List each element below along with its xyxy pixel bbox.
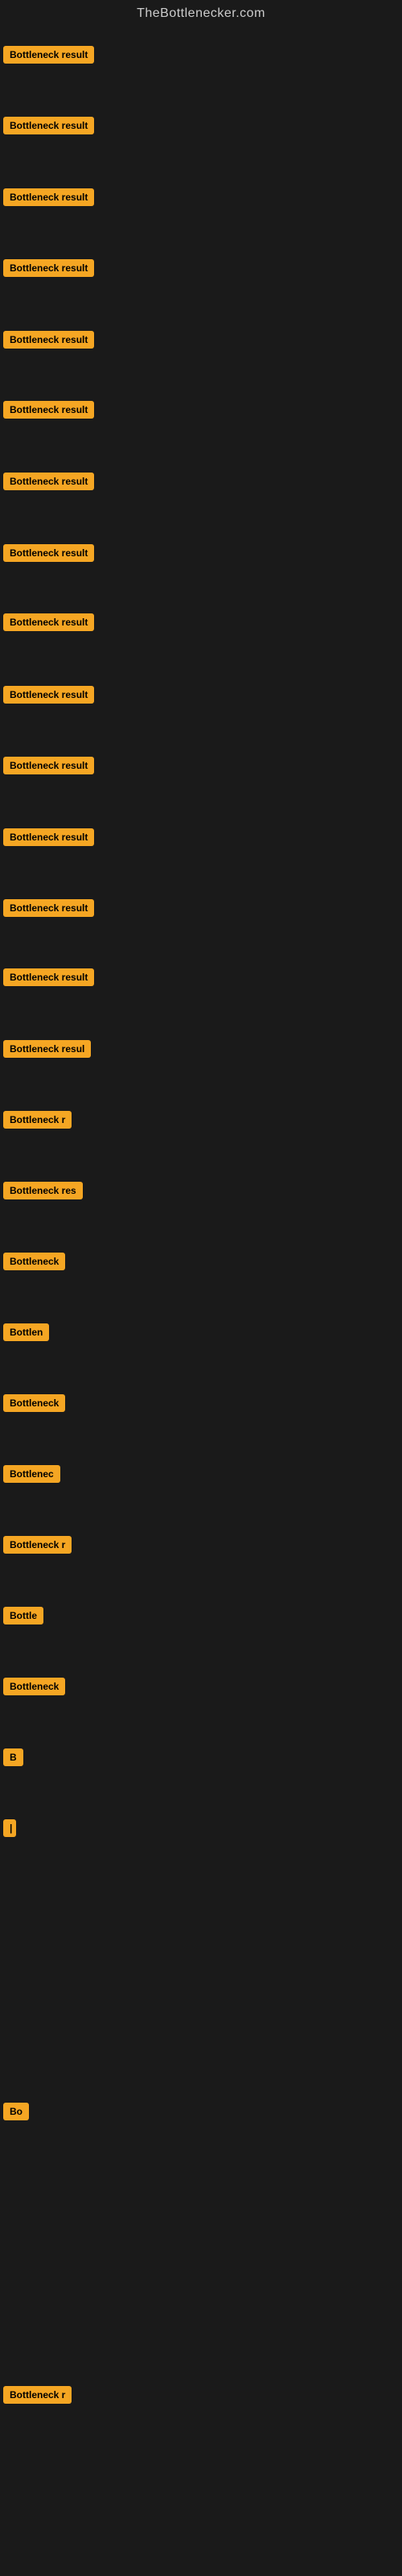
bottleneck-badge[interactable]: Bottleneck resul — [3, 1040, 91, 1058]
bottleneck-item[interactable]: Bottleneck r — [3, 2386, 72, 2408]
bottleneck-item[interactable]: Bottleneck result — [3, 544, 94, 566]
bottleneck-item[interactable]: Bottleneck result — [3, 686, 94, 708]
bottleneck-badge[interactable]: Bo — [3, 2103, 29, 2120]
bottleneck-item[interactable]: Bottleneck result — [3, 968, 94, 990]
bottleneck-item[interactable]: Bottleneck result — [3, 331, 94, 353]
bottleneck-badge[interactable]: Bottleneck result — [3, 331, 94, 349]
bottleneck-item[interactable]: Bottleneck result — [3, 899, 94, 921]
bottleneck-item[interactable]: Bottleneck resul — [3, 1040, 91, 1062]
bottleneck-badge[interactable]: Bottleneck result — [3, 401, 94, 419]
bottleneck-badge[interactable]: Bottle — [3, 1607, 43, 1624]
bottleneck-badge[interactable]: Bottlenec — [3, 1465, 60, 1483]
bottleneck-item[interactable]: Bottleneck result — [3, 757, 94, 778]
bottleneck-item[interactable]: Bottleneck result — [3, 188, 94, 210]
bottleneck-item[interactable]: Bottleneck result — [3, 828, 94, 850]
bottleneck-item[interactable]: Bottleneck result — [3, 473, 94, 494]
bottleneck-badge[interactable]: Bottleneck result — [3, 613, 94, 631]
bottleneck-item[interactable]: Bottleneck result — [3, 613, 94, 635]
bottleneck-badge[interactable]: Bottleneck — [3, 1678, 65, 1695]
bottleneck-badge[interactable]: Bottleneck result — [3, 117, 94, 134]
site-title: TheBottlenecker.com — [0, 0, 402, 24]
bottleneck-badge[interactable]: Bottleneck r — [3, 1536, 72, 1554]
bottleneck-item[interactable]: Bottleneck — [3, 1394, 65, 1416]
bottleneck-badge[interactable]: Bottlen — [3, 1323, 49, 1341]
bottleneck-item[interactable]: Bottleneck r — [3, 1111, 72, 1133]
bottleneck-item[interactable]: Bottlen — [3, 1323, 49, 1345]
bottleneck-item[interactable]: Bo — [3, 2103, 29, 2124]
bottleneck-item[interactable]: Bottleneck res — [3, 1182, 83, 1203]
bottleneck-badge[interactable]: Bottleneck result — [3, 259, 94, 277]
bottleneck-item[interactable]: B — [3, 1748, 23, 1770]
bottleneck-badge[interactable]: B — [3, 1748, 23, 1766]
bottleneck-badge[interactable]: Bottleneck result — [3, 968, 94, 986]
bottleneck-item[interactable]: Bottlenec — [3, 1465, 60, 1487]
bottleneck-badge[interactable]: Bottleneck result — [3, 473, 94, 490]
bottleneck-item[interactable]: Bottleneck — [3, 1678, 65, 1699]
bottleneck-item[interactable]: Bottleneck result — [3, 401, 94, 423]
bottleneck-badge[interactable]: | — [3, 1819, 16, 1837]
bottleneck-badge[interactable]: Bottleneck r — [3, 2386, 72, 2404]
bottleneck-badge[interactable]: Bottleneck — [3, 1253, 65, 1270]
bottleneck-item[interactable]: Bottleneck — [3, 1253, 65, 1274]
bottleneck-badge[interactable]: Bottleneck r — [3, 1111, 72, 1129]
bottleneck-badge[interactable]: Bottleneck result — [3, 899, 94, 917]
bottleneck-item[interactable]: Bottleneck result — [3, 259, 94, 281]
bottleneck-badge[interactable]: Bottleneck — [3, 1394, 65, 1412]
bottleneck-badge[interactable]: Bottleneck result — [3, 757, 94, 774]
bottleneck-badge[interactable]: Bottleneck result — [3, 46, 94, 64]
bottleneck-item[interactable]: Bottleneck r — [3, 1536, 72, 1558]
bottleneck-item[interactable]: Bottleneck result — [3, 117, 94, 138]
bottleneck-item[interactable]: Bottle — [3, 1607, 43, 1629]
bottleneck-item[interactable]: | — [3, 1819, 16, 1841]
bottleneck-badge[interactable]: Bottleneck result — [3, 188, 94, 206]
bottleneck-badge[interactable]: Bottleneck res — [3, 1182, 83, 1199]
bottleneck-badge[interactable]: Bottleneck result — [3, 544, 94, 562]
bottleneck-badge[interactable]: Bottleneck result — [3, 686, 94, 704]
bottleneck-badge[interactable]: Bottleneck result — [3, 828, 94, 846]
bottleneck-item[interactable]: Bottleneck result — [3, 46, 94, 68]
